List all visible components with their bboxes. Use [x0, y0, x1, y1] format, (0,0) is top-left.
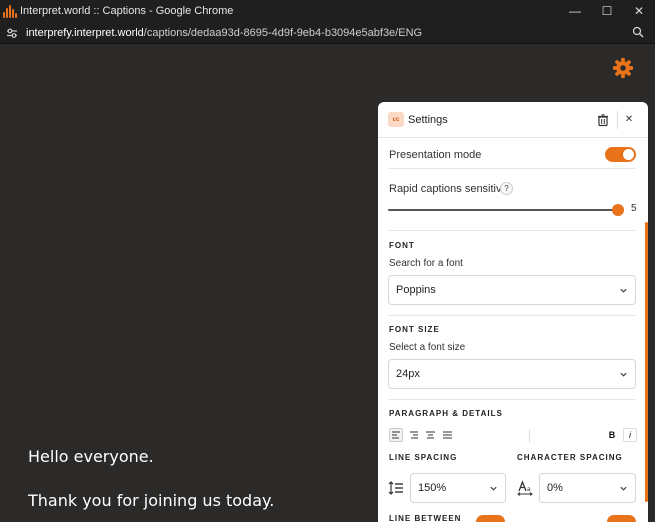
maximize-button[interactable]: ☐	[591, 0, 623, 22]
line-spacing-select[interactable]: 150%	[410, 473, 506, 503]
font-size-label: Select a font size	[389, 342, 466, 353]
help-icon[interactable]: ?	[500, 182, 513, 195]
address-bar[interactable]: interprefy.interpret.world/captions/deda…	[0, 22, 655, 44]
align-right-icon	[409, 431, 418, 439]
character-spacing-icon: a	[517, 480, 533, 496]
presentation-mode-label: Presentation mode	[389, 149, 482, 161]
sensitivity-slider-thumb[interactable]	[612, 204, 624, 216]
divider	[388, 168, 636, 169]
font-section-title: FONT	[389, 241, 415, 250]
chevron-down-icon	[620, 486, 627, 491]
sensitivity-label: Rapid captions sensitivity	[389, 183, 513, 195]
character-spacing-title: CHARACTER SPACING	[517, 453, 623, 462]
close-window-button[interactable]: ✕	[623, 0, 655, 22]
italic-button[interactable]: i	[623, 428, 637, 442]
header-divider	[617, 111, 618, 129]
svg-text:a: a	[527, 486, 531, 493]
chevron-down-icon	[620, 288, 627, 293]
minimize-button[interactable]: —	[559, 0, 591, 22]
character-toggle[interactable]	[607, 515, 636, 522]
align-right-button[interactable]	[406, 428, 420, 442]
format-divider	[529, 429, 530, 443]
bold-button[interactable]: B	[605, 428, 619, 442]
font-select[interactable]: Poppins	[388, 275, 636, 305]
align-center-button[interactable]	[423, 428, 437, 442]
browser-titlebar: Interpret.world :: Captions - Google Chr…	[0, 0, 655, 22]
chevron-down-icon	[620, 372, 627, 377]
character-spacing-select[interactable]: 0%	[539, 473, 636, 503]
settings-title: Settings	[408, 114, 448, 126]
align-left-icon	[391, 431, 400, 439]
chevron-down-icon	[490, 486, 497, 491]
line-between-toggle[interactable]	[476, 515, 505, 522]
line-between-title: LINE BETWEEN	[389, 514, 462, 522]
trash-icon[interactable]	[596, 113, 610, 127]
align-left-button[interactable]	[389, 428, 403, 442]
url-path: /captions/dedaa93d-8695-4d9f-9eb4-b3094e…	[143, 26, 423, 39]
sensitivity-slider-track[interactable]	[388, 209, 618, 211]
line-spacing-icon	[388, 481, 403, 495]
divider	[388, 230, 636, 231]
align-justify-icon	[442, 431, 452, 439]
window-title: Interpret.world :: Captions - Google Chr…	[20, 5, 234, 17]
font-select-value: Poppins	[396, 284, 436, 296]
font-size-select[interactable]: 24px	[388, 359, 636, 389]
font-search-label: Search for a font	[389, 258, 463, 269]
paragraph-section-title: PARAGRAPH & DETAILS	[389, 409, 503, 418]
divider	[388, 399, 636, 400]
site-settings-icon[interactable]	[6, 27, 18, 39]
settings-gear-icon[interactable]	[612, 57, 634, 79]
url-host: interprefy.interpret.world	[26, 26, 144, 39]
interprefy-logo-icon	[3, 4, 17, 18]
url-text[interactable]: interprefy.interpret.world/captions/deda…	[26, 27, 422, 39]
line-spacing-title: LINE SPACING	[389, 453, 458, 462]
close-settings-button[interactable]: ✕	[622, 112, 636, 126]
divider	[388, 315, 636, 316]
line-spacing-value: 150%	[418, 482, 447, 494]
zoom-icon[interactable]	[632, 26, 644, 38]
align-center-icon	[425, 431, 435, 439]
captions-cc-icon: cc	[388, 112, 404, 127]
font-size-section-title: FONT SIZE	[389, 325, 440, 334]
caption-line: Hello everyone.	[28, 447, 154, 466]
settings-header: cc Settings ✕	[378, 102, 648, 138]
caption-line: Thank you for joining us today.	[28, 491, 275, 510]
character-spacing-value: 0%	[547, 482, 563, 494]
settings-panel: cc Settings ✕ Presentation mode Rapid ca…	[378, 102, 648, 522]
align-justify-button[interactable]	[440, 428, 454, 442]
panel-scrollbar[interactable]	[645, 222, 648, 502]
presentation-mode-toggle[interactable]	[605, 147, 636, 162]
sensitivity-value: 5	[631, 203, 637, 214]
font-size-select-value: 24px	[396, 368, 420, 380]
